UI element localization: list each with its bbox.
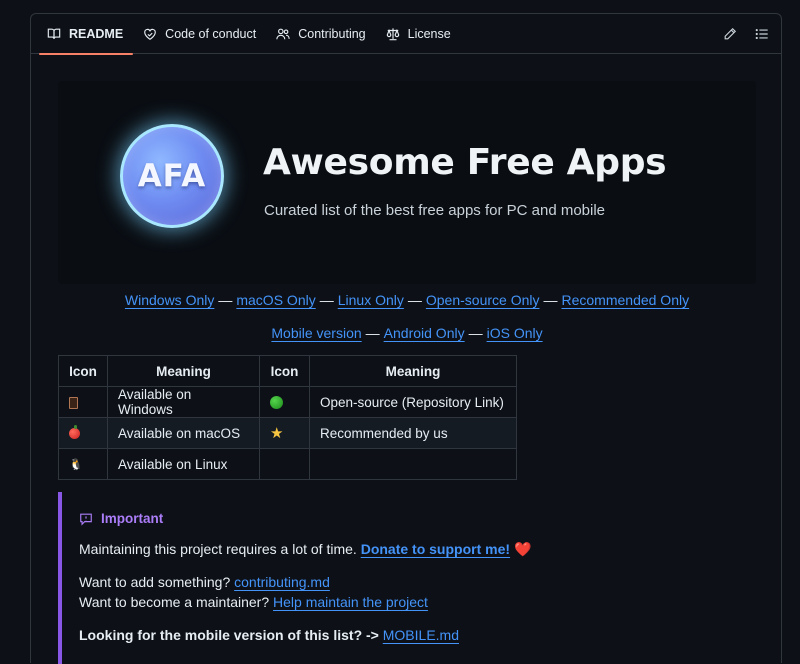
tab-readme-label: README [69, 26, 124, 41]
alert-line-maintainer: Want to become a maintainer? Help mainta… [79, 594, 428, 610]
green-circle-icon [270, 396, 283, 410]
pencil-icon [724, 27, 737, 40]
link-recommended-only[interactable]: Recommended Only [561, 292, 689, 308]
separator: — [365, 325, 380, 341]
readme-tabbar: README Code of conduct Contributing Lice… [31, 14, 781, 55]
link-ios-only[interactable]: iOS Only [487, 325, 543, 341]
link-open-source-only[interactable]: Open-source Only [426, 292, 540, 308]
people-icon [276, 28, 290, 39]
header-icon: Icon [58, 355, 108, 387]
outline-button[interactable] [755, 27, 769, 41]
afa-logo: AFA [120, 124, 224, 228]
alert-text: Maintaining this project requires a lot … [79, 541, 361, 557]
legend-meaning [309, 448, 517, 480]
logo-text: AFA [137, 158, 207, 194]
law-icon [386, 27, 399, 40]
alert-text: Want to add something? [79, 574, 235, 590]
donate-link[interactable]: Donate to support me! [361, 541, 510, 557]
tab-code-of-conduct-label: Code of conduct [165, 26, 257, 41]
door-icon [69, 396, 78, 409]
mobile-links-row: Mobile version — Android Only — iOS Only [31, 325, 783, 341]
legend-meaning: Available on Windows [107, 386, 260, 418]
edit-button[interactable] [723, 27, 737, 41]
tab-contributing[interactable]: Contributing [266, 14, 375, 54]
mobile-md-link[interactable]: MOBILE.md [383, 627, 459, 643]
alert-text: Want to become a maintainer? [79, 594, 274, 610]
penguin-icon: 🐧 [69, 459, 83, 472]
alert-title: Important [79, 511, 163, 526]
alert-line-contributing: Want to add something? contributing.md [79, 574, 330, 590]
help-maintain-link[interactable]: Help maintain the project [273, 594, 428, 610]
tab-license[interactable]: License [376, 14, 461, 54]
hero-subtitle: Curated list of the best free apps for P… [264, 202, 606, 219]
tab-code-of-conduct[interactable]: Code of conduct [133, 14, 266, 54]
header-meaning: Meaning [309, 355, 517, 387]
tab-contributing-label: Contributing [298, 26, 366, 41]
donate-link-text: Donate to support me! [360, 541, 511, 557]
readme-actions [723, 14, 769, 54]
separator: — [319, 292, 334, 308]
alert-title-text: Important [101, 511, 164, 526]
tab-readme[interactable]: README [37, 14, 134, 55]
legend-meaning: Recommended by us [309, 417, 517, 449]
separator: — [218, 292, 233, 308]
book-icon [47, 28, 61, 39]
icon-legend-table: Icon Meaning Icon Meaning Available on W… [58, 355, 517, 480]
report-icon [80, 513, 92, 526]
legend-meaning: Open-source (Repository Link) [309, 386, 517, 418]
separator: — [407, 292, 422, 308]
separator: — [543, 292, 558, 308]
star-icon: ★ [270, 425, 284, 442]
alert-line-donate: Maintaining this project requires a lot … [79, 541, 531, 558]
link-android-only[interactable]: Android Only [384, 325, 465, 341]
filter-links-row: Windows Only — macOS Only — Linux Only — Open-… [31, 292, 783, 308]
readme-panel: README Code of conduct Contributing Lice… [30, 13, 783, 664]
contributing-link[interactable]: contributing.md [234, 574, 330, 590]
list-icon [755, 28, 768, 40]
separator: — [468, 325, 483, 341]
apple-icon [69, 425, 80, 440]
table-row: Available on macOS ★ Recommended by us [58, 417, 517, 449]
header-meaning: Meaning [107, 355, 260, 387]
table-row: 🐧 Available on Linux [58, 448, 517, 480]
hero-title: Awesome Free Apps [263, 142, 667, 183]
code-of-conduct-icon [144, 28, 156, 40]
link-mobile-version[interactable]: Mobile version [271, 325, 361, 341]
header-icon: Icon [259, 355, 310, 387]
tab-license-label: License [407, 26, 451, 41]
alert-line-mobile: Looking for the mobile version of this l… [79, 627, 459, 643]
table-header-row: Icon Meaning Icon Meaning [58, 355, 517, 387]
heart-icon: ❤️ [513, 541, 532, 557]
table-row: Available on Windows Open-source (Reposi… [58, 386, 517, 418]
important-alert: Important Maintaining this project requi… [58, 492, 756, 664]
alert-text: Looking for the mobile version of this l… [79, 627, 383, 643]
legend-meaning: Available on Linux [107, 448, 260, 480]
link-macos-only[interactable]: macOS Only [236, 292, 315, 308]
link-windows-only[interactable]: Windows Only [125, 292, 214, 308]
legend-meaning: Available on macOS [107, 417, 260, 449]
link-linux-only[interactable]: Linux Only [338, 292, 404, 308]
